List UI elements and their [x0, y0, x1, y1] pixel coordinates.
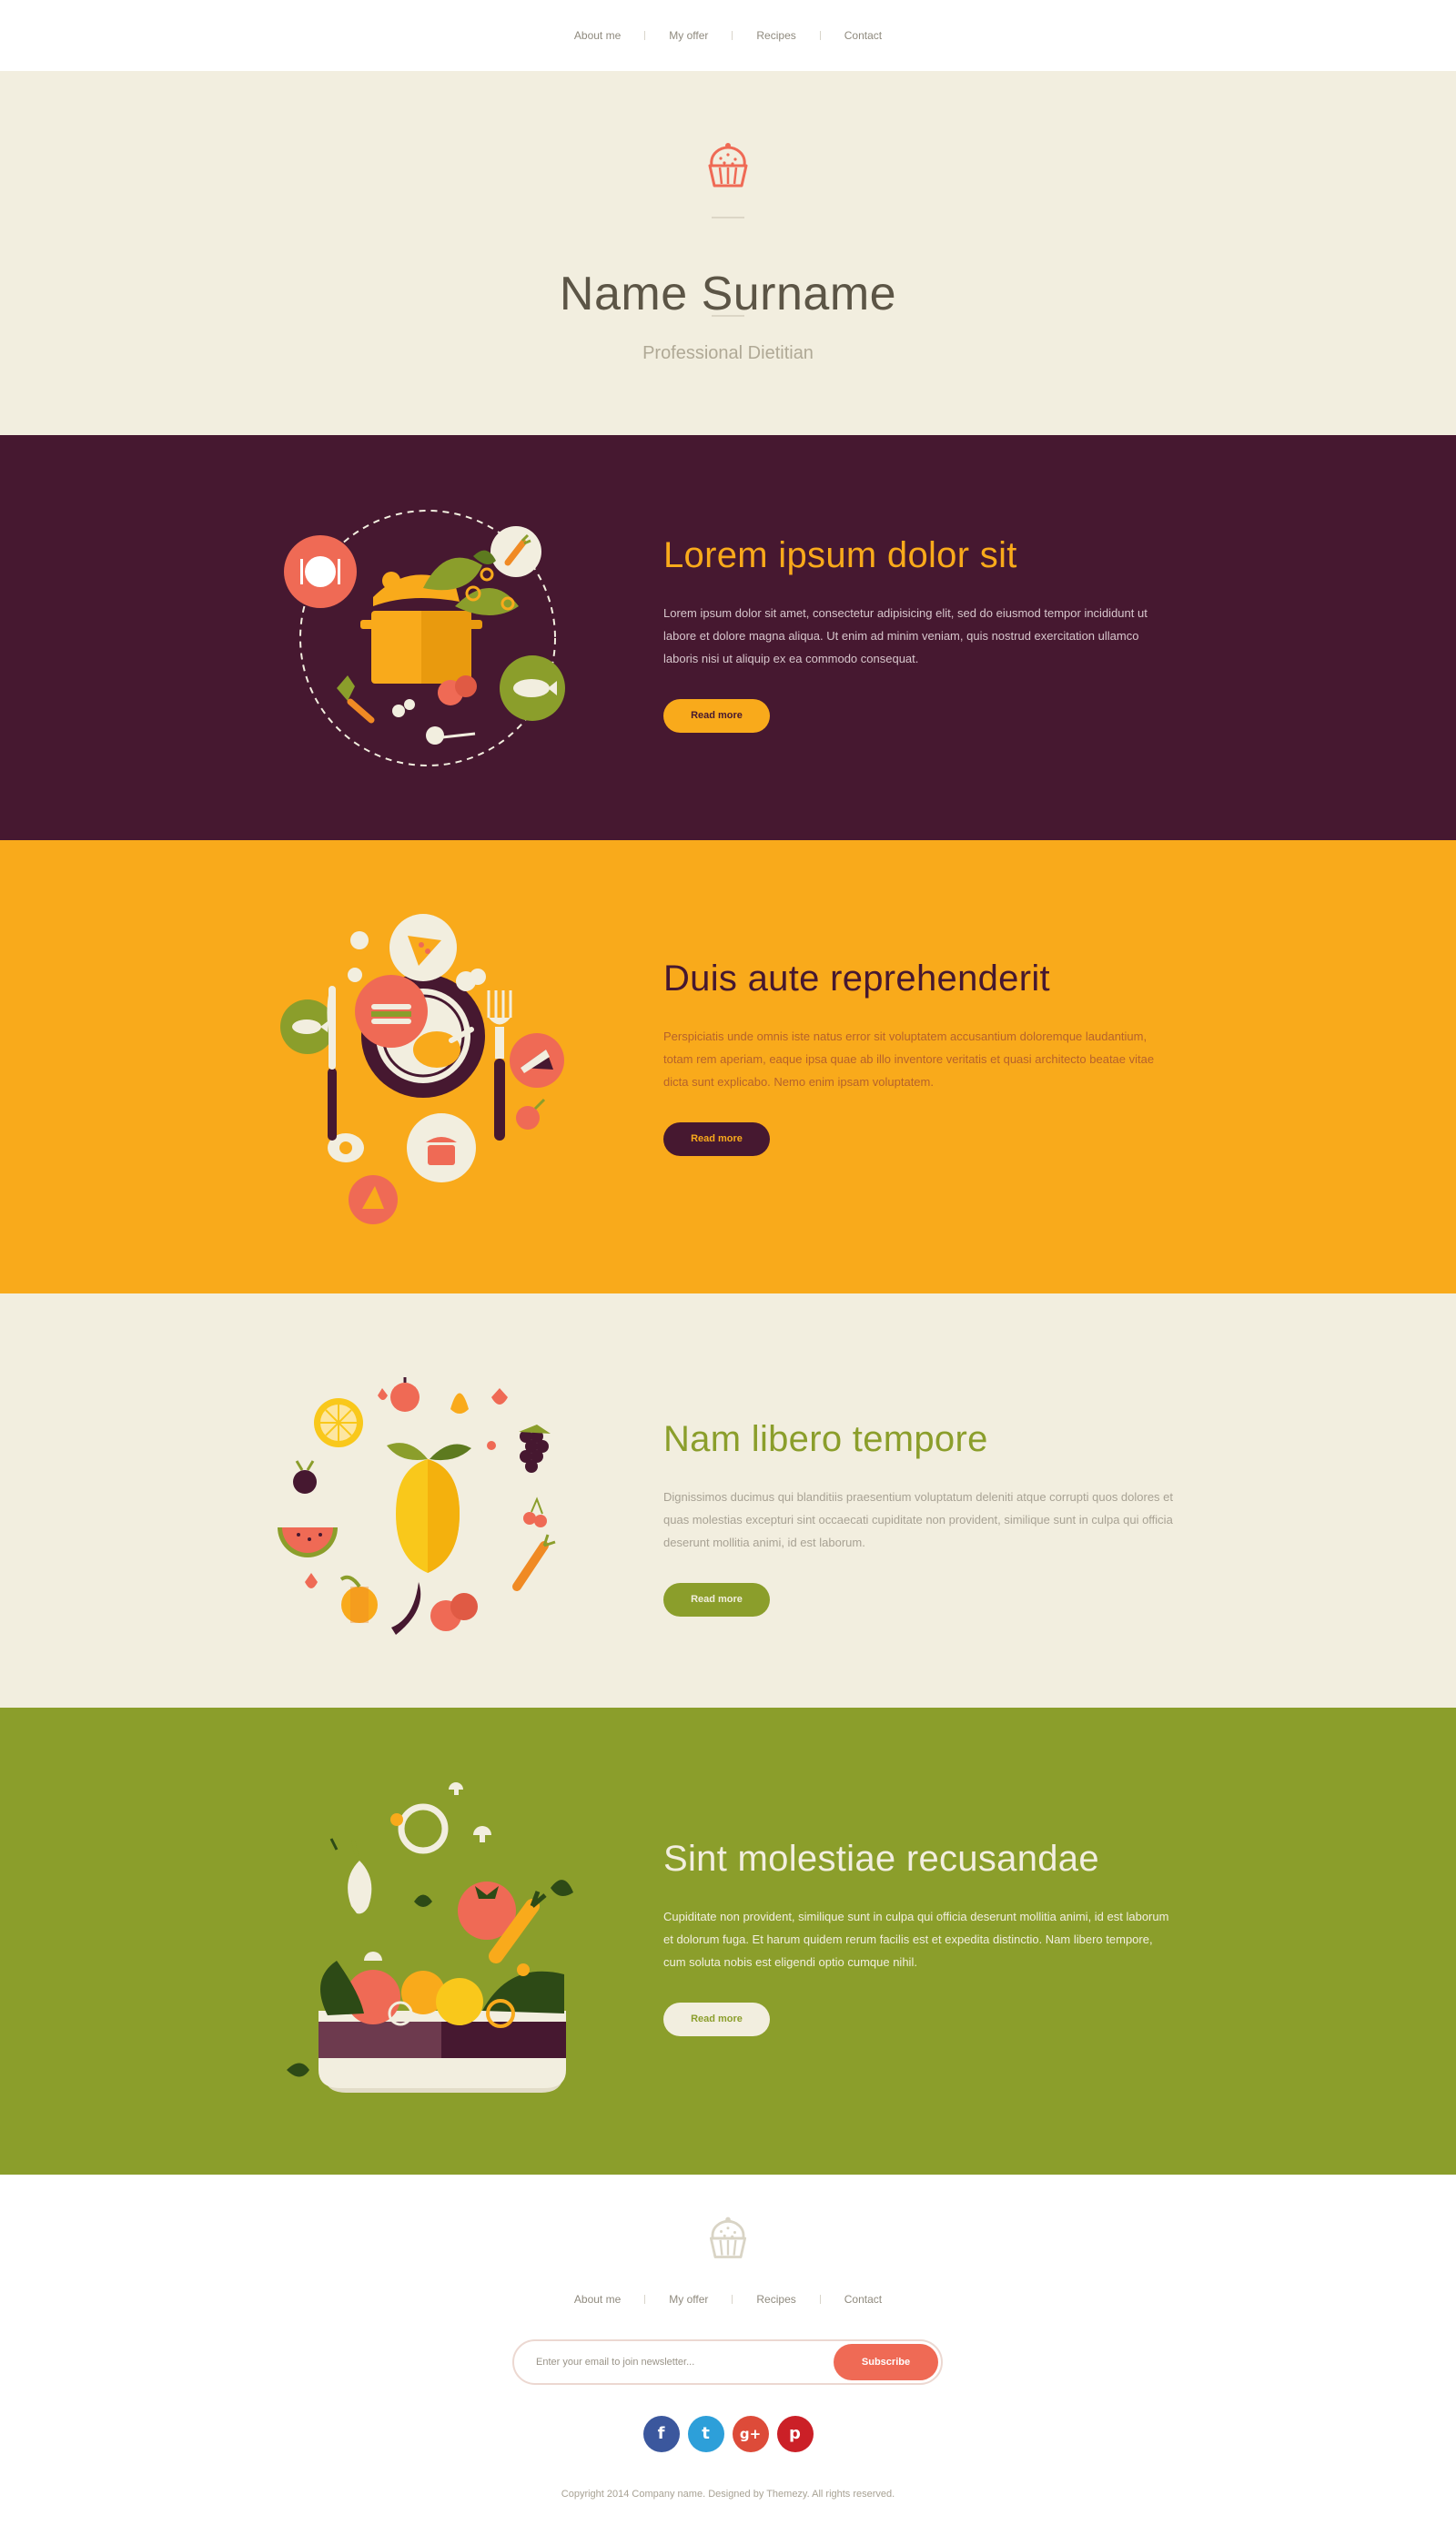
- footer-nav-contact-link[interactable]: Contact: [821, 2293, 905, 2306]
- social-links: f t g+ p: [0, 2416, 1456, 2452]
- nav-my-offer-link[interactable]: My offer: [645, 29, 732, 42]
- newsletter-form: Subscribe: [512, 2339, 943, 2385]
- copyright-text: Copyright 2014 Company name. Designed by…: [561, 2489, 895, 2500]
- section-text: Cupiditate non provident, similique sunt…: [663, 1910, 1169, 1969]
- section-content: Sint molestiae recusandae Cupiditate non…: [663, 1839, 1173, 2036]
- footer-nav-about-me-link[interactable]: About me: [551, 2293, 644, 2306]
- section-title: Sint molestiae recusandae: [663, 1839, 1099, 1879]
- read-more-button[interactable]: Read more: [663, 1583, 770, 1617]
- pinterest-icon[interactable]: p: [776, 2416, 814, 2452]
- footer: About me My offer Recipes Contact Subscr…: [0, 2175, 1456, 2544]
- nav-contact-link[interactable]: Contact: [821, 29, 905, 42]
- hero-divider-top: [712, 217, 744, 218]
- twitter-icon[interactable]: t: [687, 2416, 724, 2452]
- nav-recipes-link[interactable]: Recipes: [733, 29, 819, 42]
- section-title: Nam libero tempore: [663, 1419, 988, 1459]
- facebook-icon[interactable]: f: [642, 2416, 680, 2452]
- hero-subtitle: Professional Dietitian: [642, 343, 814, 363]
- subscribe-button[interactable]: Subscribe: [834, 2344, 938, 2380]
- fruits-circle-illustration: [278, 1377, 556, 1635]
- section-text: Dignissimos ducimus qui blanditiis praes…: [663, 1490, 1174, 1549]
- google-plus-icon[interactable]: g+: [732, 2416, 769, 2452]
- section-sint-molestiae: Sint molestiae recusandae Cupiditate non…: [0, 1708, 1456, 2175]
- hero-section: Name Surname Professional Dietitian: [0, 71, 1456, 435]
- section-content: Duis aute reprehenderit Perspiciatis und…: [663, 959, 1173, 1156]
- top-navigation: About me My offer Recipes Contact: [0, 0, 1456, 71]
- read-more-button[interactable]: Read more: [663, 2003, 770, 2036]
- read-more-button[interactable]: Read more: [663, 699, 770, 733]
- salad-bowl-illustration: [287, 1782, 573, 2093]
- newsletter-email-input[interactable]: [534, 2352, 807, 2372]
- section-title: Duis aute reprehenderit: [663, 959, 1050, 999]
- section-lorem-ipsum: Lorem ipsum dolor sit Lorem ipsum dolor …: [0, 435, 1456, 840]
- footer-nav-list: About me My offer Recipes Contact: [0, 2293, 1456, 2306]
- nav-about-me-link[interactable]: About me: [551, 29, 644, 42]
- footer-nav-recipes-link[interactable]: Recipes: [733, 2293, 819, 2306]
- section-content: Lorem ipsum dolor sit Lorem ipsum dolor …: [663, 535, 1173, 733]
- footer-nav-my-offer-link[interactable]: My offer: [645, 2293, 732, 2306]
- cooking-pot-illustration: [284, 510, 565, 766]
- read-more-button[interactable]: Read more: [663, 1122, 770, 1156]
- hero-divider-bottom: [712, 315, 744, 317]
- section-nam-libero: Nam libero tempore Dignissimos ducimus q…: [0, 1293, 1456, 1708]
- section-text: Lorem ipsum dolor sit amet, consectetur …: [663, 606, 1148, 665]
- cupcake-icon: [708, 143, 748, 188]
- section-content: Nam libero tempore Dignissimos ducimus q…: [663, 1419, 1173, 1617]
- top-nav-list: About me My offer Recipes Contact: [551, 29, 905, 42]
- dinner-plate-illustration: [280, 914, 564, 1224]
- section-title: Lorem ipsum dolor sit: [663, 535, 1017, 575]
- cupcake-icon: [709, 2216, 747, 2258]
- section-duis-aute: Duis aute reprehenderit Perspiciatis und…: [0, 840, 1456, 1293]
- section-text: Perspiciatis unde omnis iste natus error…: [663, 1030, 1155, 1089]
- hero-title: Name Surname: [559, 267, 897, 320]
